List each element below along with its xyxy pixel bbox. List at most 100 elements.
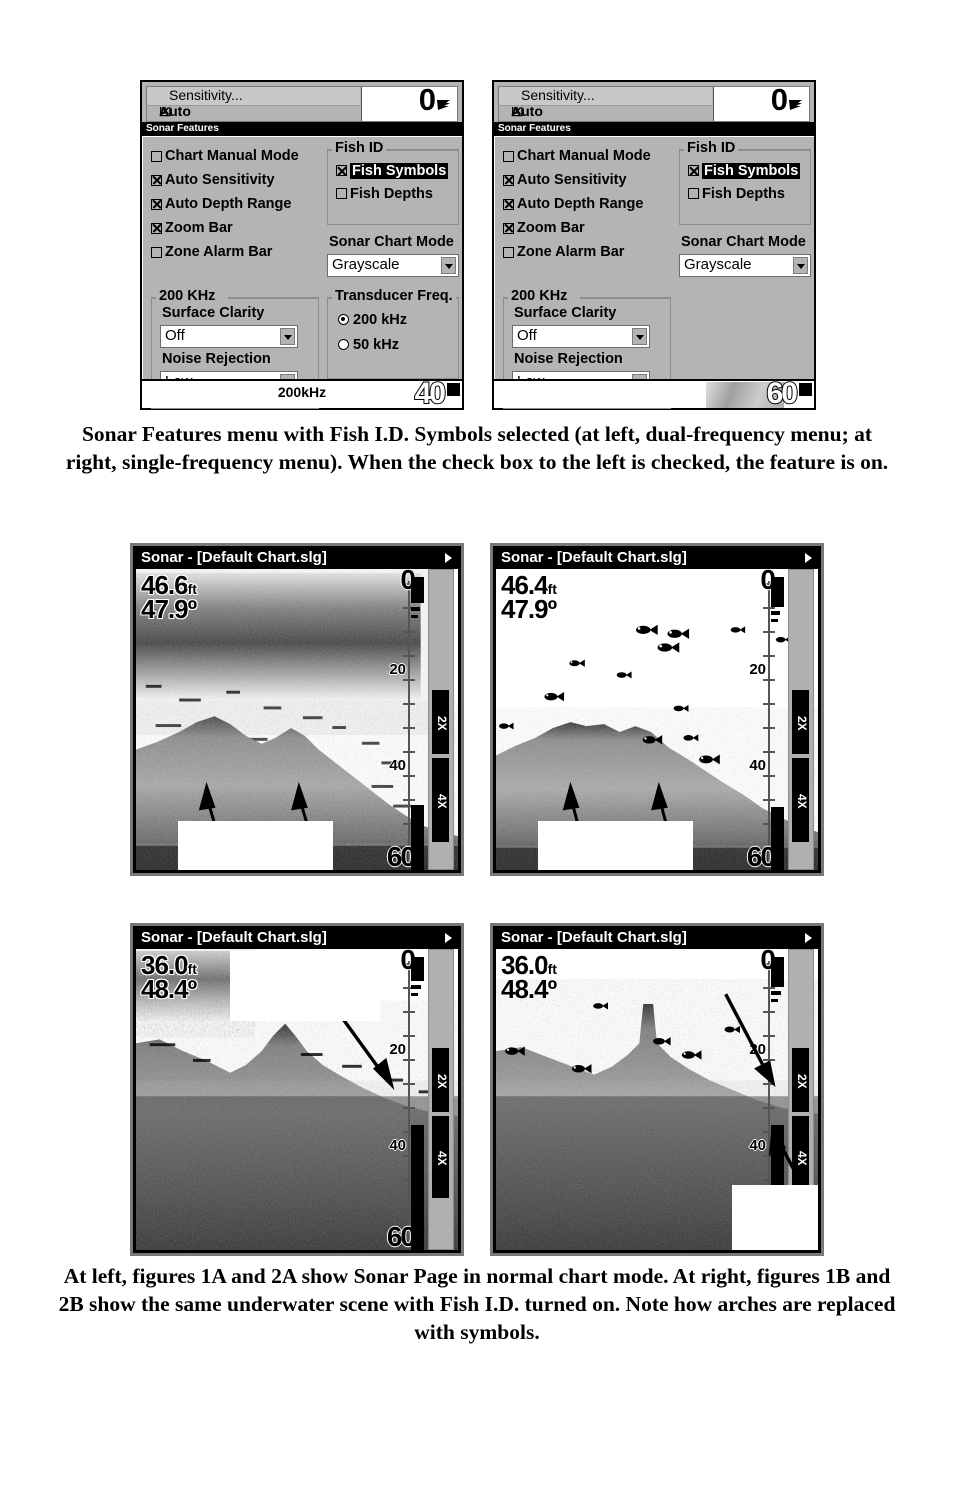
radio-icon[interactable] <box>338 339 349 350</box>
checkbox-fish-symbols[interactable]: Fish Symbols <box>336 159 449 182</box>
transducer-freq-group: Transducer Freq. 200 kHz 50 kHz <box>327 288 459 379</box>
checkbox-icon[interactable] <box>503 198 514 210</box>
sensitivity-menu-item[interactable]: Sensitivity... <box>147 87 360 106</box>
checkbox-label: Auto Sensitivity <box>517 172 627 188</box>
zoom-bar-1b[interactable]: 2X 4X <box>788 569 814 870</box>
checkbox-fish-depths[interactable]: Fish Depths <box>688 182 800 205</box>
checkbox-zoom-bar[interactable]: Zoom Bar <box>151 216 323 240</box>
menu-footer-bar: 200kHz 40 <box>142 376 462 411</box>
checkbox-fish-symbols[interactable]: Fish Symbols <box>688 159 801 182</box>
checkbox-icon[interactable] <box>151 246 162 258</box>
checkbox-zoom-bar[interactable]: Zoom Bar <box>503 216 675 240</box>
fish-id-group-title: Fish ID <box>684 140 739 156</box>
sonar-screen-2b: Sonar - [Default Chart.slg] 36.0ft 48.4º… <box>490 923 824 1256</box>
checkbox-label: Fish Depths <box>702 185 785 202</box>
menu-footer-bar: 60 <box>494 376 814 411</box>
sonar-screen-1a: Sonar - [Default Chart.slg] 46.6ft 47.9º… <box>130 543 464 876</box>
zoom-bar-2a[interactable]: 2X 4X <box>428 949 454 1250</box>
zoom-segment-2x[interactable]: 2X <box>432 690 449 754</box>
sonar-chart-area[interactable]: 46.6ft 47.9º 0 20 40 60 2X 4X <box>136 569 458 870</box>
chevron-down-icon[interactable] <box>793 257 808 274</box>
fish-id-group: Fish ID Fish Symbols Fish Depths <box>679 140 811 225</box>
checkbox-chart-manual-mode[interactable]: Chart Manual Mode <box>151 144 323 168</box>
sonar-chart-mode-label: Sonar Chart Mode <box>681 234 806 250</box>
figure-caption-bottom: At left, figures 1A and 2A show Sonar Pa… <box>58 1264 896 1344</box>
sonar-chart-area[interactable]: 46.4ft 47.9º 0 20 40 60 2X 4X <box>496 569 818 870</box>
zoom-segment-2x[interactable]: 2X <box>792 1048 809 1112</box>
sensitivity-label: Sensitivity... <box>521 87 595 103</box>
sonar-chart-mode-select[interactable]: Grayscale <box>327 254 459 277</box>
checkbox-auto-sensitivity[interactable]: Auto Sensitivity <box>503 168 675 192</box>
checkbox-icon[interactable] <box>503 150 514 162</box>
zoom-segment-2x[interactable]: 2X <box>432 1048 449 1112</box>
sonar-chart-area[interactable]: 36.0ft 48.4º 0 20 40 60 2X 4X <box>136 949 458 1250</box>
sonar-chart-mode-value: Grayscale <box>332 256 400 273</box>
sonar-readout-1b: 46.4ft 47.9º <box>501 570 557 625</box>
digital-depth-readout: 0 <box>713 87 809 121</box>
zoom-segment-4x[interactable]: 4X <box>792 758 809 842</box>
checkbox-auto-sensitivity[interactable]: Auto Sensitivity <box>151 168 323 192</box>
sonar-titlebar: Sonar - [Default Chart.slg] <box>135 928 459 948</box>
auto-sensitivity-menu-item[interactable]: ☒ Auto Sensitivity <box>499 107 712 121</box>
checkbox-icon[interactable] <box>688 188 699 199</box>
checkbox-label: Fish Depths <box>350 185 433 202</box>
redaction-box <box>538 821 693 870</box>
surface-clarity-select[interactable]: Off <box>160 325 298 348</box>
menu-arrow-icon[interactable] <box>805 933 812 943</box>
checkbox-label: Zoom Bar <box>517 220 585 236</box>
redaction-box <box>230 951 380 1021</box>
menu-arrow-icon[interactable] <box>445 933 452 943</box>
radio-50khz[interactable]: 50 kHz <box>338 332 407 357</box>
checkbox-auto-depth-range[interactable]: Auto Depth Range <box>151 192 323 216</box>
zoom-segment-2x[interactable]: 2X <box>792 690 809 754</box>
radio-200khz[interactable]: 200 kHz <box>338 307 407 332</box>
menu-arrow-icon[interactable] <box>445 553 452 563</box>
zoom-bar-1a[interactable]: 2X 4X <box>428 569 454 870</box>
checkbox-label: Auto Sensitivity <box>165 172 275 188</box>
checkbox-chart-manual-mode[interactable]: Chart Manual Mode <box>503 144 675 168</box>
temperature-value: 47.9º <box>141 594 197 624</box>
checkbox-icon[interactable] <box>503 246 514 258</box>
checkbox-icon[interactable] <box>336 165 347 176</box>
auto-sensitivity-menu-item[interactable]: ☒ Auto Sensitivity <box>147 107 360 121</box>
checkbox-icon[interactable] <box>151 198 162 210</box>
sonar-features-popup-body: Chart Manual Mode Auto Sensitivity Auto … <box>142 136 462 409</box>
checkbox-label: Zoom Bar <box>165 220 233 236</box>
checkbox-label: Zone Alarm Bar <box>517 244 625 260</box>
checkbox-fish-depths[interactable]: Fish Depths <box>336 182 448 205</box>
checkbox-icon[interactable] <box>151 222 162 234</box>
radio-label: 200 kHz <box>353 311 408 328</box>
menu-arrow-icon[interactable] <box>805 553 812 563</box>
zoom-segment-4x[interactable]: 4X <box>432 758 449 842</box>
checkbox-auto-depth-range[interactable]: Auto Depth Range <box>503 192 675 216</box>
checkbox-icon[interactable] <box>151 150 162 162</box>
checkbox-label: Auto Depth Range <box>165 196 292 212</box>
zoom-segment-4x[interactable]: 4X <box>432 1116 449 1198</box>
surface-clarity-select[interactable]: Off <box>512 325 650 348</box>
sonar-chart-mode-select[interactable]: Grayscale <box>679 254 811 277</box>
chevron-down-icon[interactable] <box>441 257 456 274</box>
sonar-screen-1b: Sonar - [Default Chart.slg] 46.4ft 47.9º… <box>490 543 824 876</box>
checkbox-icon[interactable] <box>688 165 699 176</box>
checkbox-zone-alarm-bar[interactable]: Zone Alarm Bar <box>151 240 323 264</box>
sonar-titlebar: Sonar - [Default Chart.slg] <box>135 548 459 568</box>
chevron-down-icon[interactable] <box>280 328 295 345</box>
sonar-titlebar: Sonar - [Default Chart.slg] <box>495 928 819 948</box>
checkbox-icon[interactable] <box>336 188 347 199</box>
checkbox-icon[interactable] <box>503 174 514 186</box>
redaction-box <box>732 1185 818 1250</box>
digital-depth-value: 0 <box>418 86 436 117</box>
radio-icon[interactable] <box>338 314 349 325</box>
depth-flag-icon <box>789 100 802 110</box>
checkbox-icon[interactable] <box>503 222 514 234</box>
sonar-readout-1a: 46.6ft 47.9º <box>141 570 197 625</box>
scale-label-20: 20 <box>749 1041 766 1058</box>
chevron-down-icon[interactable] <box>632 328 647 345</box>
frequency-group-title: 200 KHz <box>156 288 219 304</box>
sonar-chart-area[interactable]: 36.0ft 48.4º 0 20 40 2X 4X <box>496 949 818 1250</box>
checkbox-icon[interactable] <box>151 174 162 186</box>
depth-flag-icon <box>437 100 450 110</box>
sensitivity-menu-item[interactable]: Sensitivity... <box>499 87 712 106</box>
checkbox-zone-alarm-bar[interactable]: Zone Alarm Bar <box>503 240 675 264</box>
sonar-screen-2a: Sonar - [Default Chart.slg] 36.0ft 48.4º… <box>130 923 464 1256</box>
